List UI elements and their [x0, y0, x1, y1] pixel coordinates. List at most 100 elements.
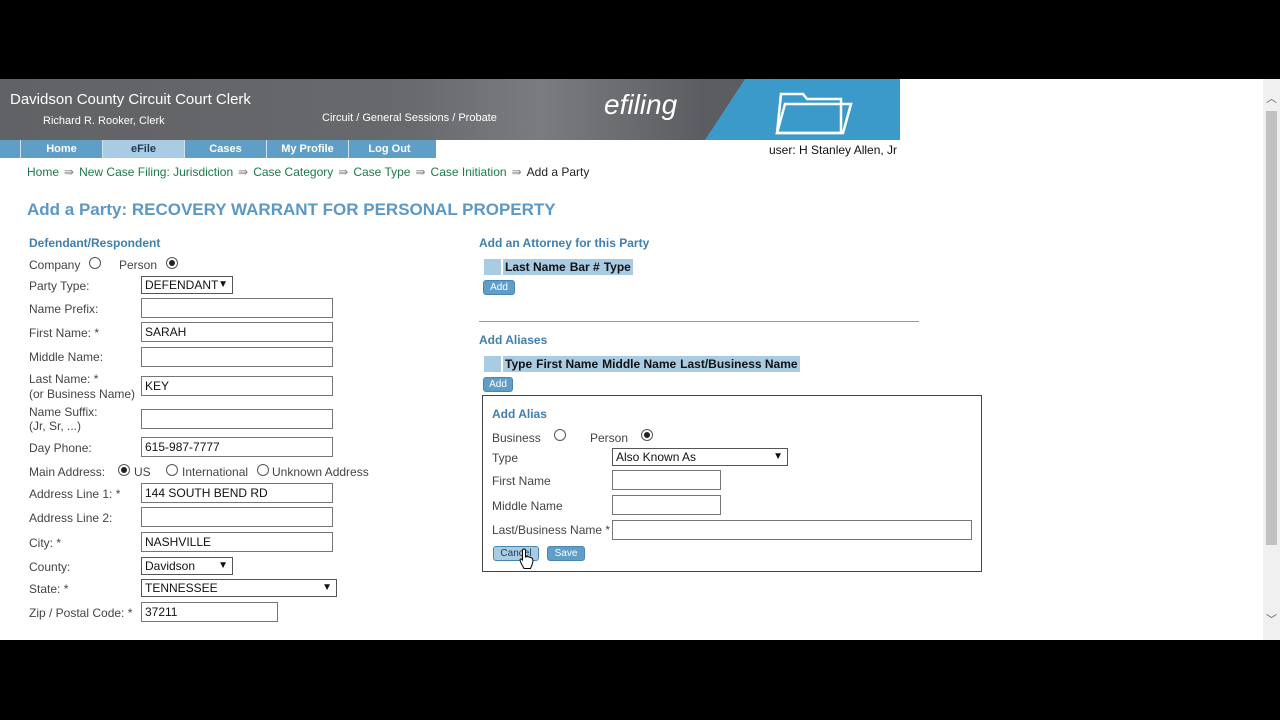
efiling-logo-text: efiling — [604, 89, 678, 120]
vertical-scrollbar[interactable]: ︿ ﹀ — [1263, 79, 1280, 640]
chevron-down-icon: ▼ — [773, 451, 783, 462]
add-alias-panel: Add Alias Business Person Type Also Know… — [482, 395, 982, 572]
attorney-section-title: Add an Attorney for this Party — [479, 236, 650, 250]
address-unknown-label: Unknown Address — [272, 465, 369, 479]
column-alias-type: Type — [501, 356, 534, 372]
scroll-up-icon[interactable]: ︿ — [1266, 93, 1277, 104]
day-phone-input[interactable]: 615-987-7777 — [141, 437, 333, 457]
county-select[interactable]: Davidson ▼ — [141, 557, 233, 575]
address-line2-label: Address Line 2: — [29, 511, 113, 525]
alias-last-name-input[interactable] — [612, 520, 972, 540]
column-middle-name: Middle Name — [602, 357, 677, 371]
crumb-case-type[interactable]: Case Type — [353, 165, 410, 179]
crumb-jurisdiction[interactable]: New Case Filing: Jurisdiction — [79, 165, 233, 179]
alias-middle-name-label: Middle Name — [492, 499, 563, 513]
chevron-down-icon: ▼ — [218, 560, 228, 571]
add-alias-button[interactable]: Add — [483, 377, 513, 392]
last-name-input[interactable]: KEY — [141, 376, 333, 396]
nav-cases[interactable]: Cases — [184, 140, 266, 158]
person-radio[interactable] — [166, 257, 178, 269]
first-name-label: First Name: * — [29, 326, 100, 340]
column-type: Type — [603, 260, 631, 274]
address-line2-input[interactable] — [141, 507, 333, 527]
column-first-name: First Name — [536, 357, 599, 371]
city-label: City: * — [29, 536, 62, 550]
column-bar-number: Bar # — [569, 260, 600, 274]
address-international-radio[interactable] — [166, 464, 178, 476]
crumb-case-category[interactable]: Case Category — [253, 165, 333, 179]
name-prefix-input[interactable] — [141, 298, 333, 318]
scroll-down-icon[interactable]: ﹀ — [1266, 614, 1277, 625]
zip-label: Zip / Postal Code: * — [29, 606, 133, 620]
aliases-section-title: Add Aliases — [479, 333, 548, 347]
clerk-name: Richard R. Rooker, Clerk — [43, 115, 165, 127]
address-us-radio[interactable] — [118, 464, 130, 476]
alias-type-select[interactable]: Also Known As ▼ — [612, 448, 788, 466]
alias-business-label: Business — [492, 431, 541, 445]
alias-type-label: Type — [492, 451, 519, 465]
middle-name-input[interactable] — [141, 347, 333, 367]
county-value: Davidson — [145, 559, 196, 573]
zip-input[interactable]: 37211 — [141, 602, 278, 622]
name-suffix-sublabel: (Jr, Sr, ...) — [29, 419, 82, 433]
add-attorney-button[interactable]: Add — [483, 280, 515, 295]
alias-person-radio[interactable] — [641, 429, 653, 441]
state-label: State: * — [29, 582, 69, 596]
alias-first-name-label: First Name — [492, 474, 551, 488]
clerk-office-title: Davidson County Circuit Court Clerk — [10, 91, 251, 108]
current-user: user: H Stanley Allen, Jr — [769, 143, 898, 157]
crumb-separator: ⇛ — [415, 165, 426, 179]
scrollbar-thumb[interactable] — [1266, 111, 1277, 545]
address-us-label: US — [134, 465, 151, 479]
company-radio-label: Company — [29, 258, 81, 272]
name-suffix-label: Name Suffix: — [29, 405, 98, 419]
column-last-name: Last Name — [501, 259, 568, 275]
nav-efile[interactable]: eFile — [102, 140, 184, 158]
alias-last-name-label: Last/Business Name * — [492, 523, 611, 537]
attorney-table-header: Last Name Bar # Type — [484, 259, 633, 275]
alias-middle-name-input[interactable] — [612, 495, 721, 515]
aliases-table-header: Type First Name Middle Name Last/Busines… — [484, 356, 800, 372]
city-input[interactable]: NASHVILLE — [141, 532, 333, 552]
alias-business-radio[interactable] — [554, 429, 566, 441]
chevron-down-icon: ▼ — [322, 582, 332, 593]
name-prefix-label: Name Prefix: — [29, 302, 99, 316]
crumb-separator: ⇛ — [511, 165, 522, 179]
company-radio[interactable] — [89, 257, 101, 269]
save-button[interactable]: Save — [547, 546, 585, 561]
last-name-label: Last Name: * — [29, 372, 99, 386]
crumb-separator: ⇛ — [64, 165, 75, 179]
crumb-case-initiation[interactable]: Case Initiation — [431, 165, 507, 179]
crumb-current: Add a Party — [526, 165, 590, 179]
address-line1-input[interactable]: 144 SOUTH BEND RD — [141, 483, 333, 503]
nav-my-profile[interactable]: My Profile — [266, 140, 348, 158]
chevron-down-icon: ▼ — [218, 279, 228, 290]
section-divider — [479, 321, 919, 322]
nav-log-out[interactable]: Log Out — [348, 140, 430, 158]
crumb-separator: ⇛ — [338, 165, 349, 179]
nav-home[interactable]: Home — [20, 140, 102, 158]
courts-subtitle: Circuit / General Sessions / Probate — [322, 112, 497, 124]
address-unknown-radio[interactable] — [257, 464, 269, 476]
crumb-separator: ⇛ — [238, 165, 249, 179]
header-spacer — [484, 356, 501, 372]
person-radio-label: Person — [119, 258, 158, 272]
alias-first-name-input[interactable] — [612, 470, 721, 490]
party-section-title: Defendant/Respondent — [29, 236, 161, 250]
party-type-select[interactable]: DEFENDANT ▼ — [141, 276, 233, 294]
middle-name-label: Middle Name: — [29, 350, 104, 364]
day-phone-label: Day Phone: — [29, 441, 92, 455]
add-alias-title: Add Alias — [492, 407, 547, 421]
main-navigation: Home eFile Cases My Profile Log Out — [0, 140, 436, 158]
header-spacer — [484, 259, 501, 275]
crumb-home[interactable]: Home — [27, 165, 59, 179]
folder-icon — [775, 92, 853, 135]
breadcrumb: Home ⇛ New Case Filing: Jurisdiction ⇛ C… — [27, 165, 589, 179]
party-type-value: DEFENDANT — [145, 278, 219, 292]
address-international-label: International — [182, 465, 249, 479]
state-select[interactable]: TENNESSEE ▼ — [141, 579, 337, 597]
first-name-input[interactable]: SARAH — [141, 322, 333, 342]
alias-person-label: Person — [590, 431, 629, 445]
name-suffix-input[interactable] — [141, 409, 333, 429]
last-name-sublabel: (or Business Name) — [29, 387, 136, 401]
